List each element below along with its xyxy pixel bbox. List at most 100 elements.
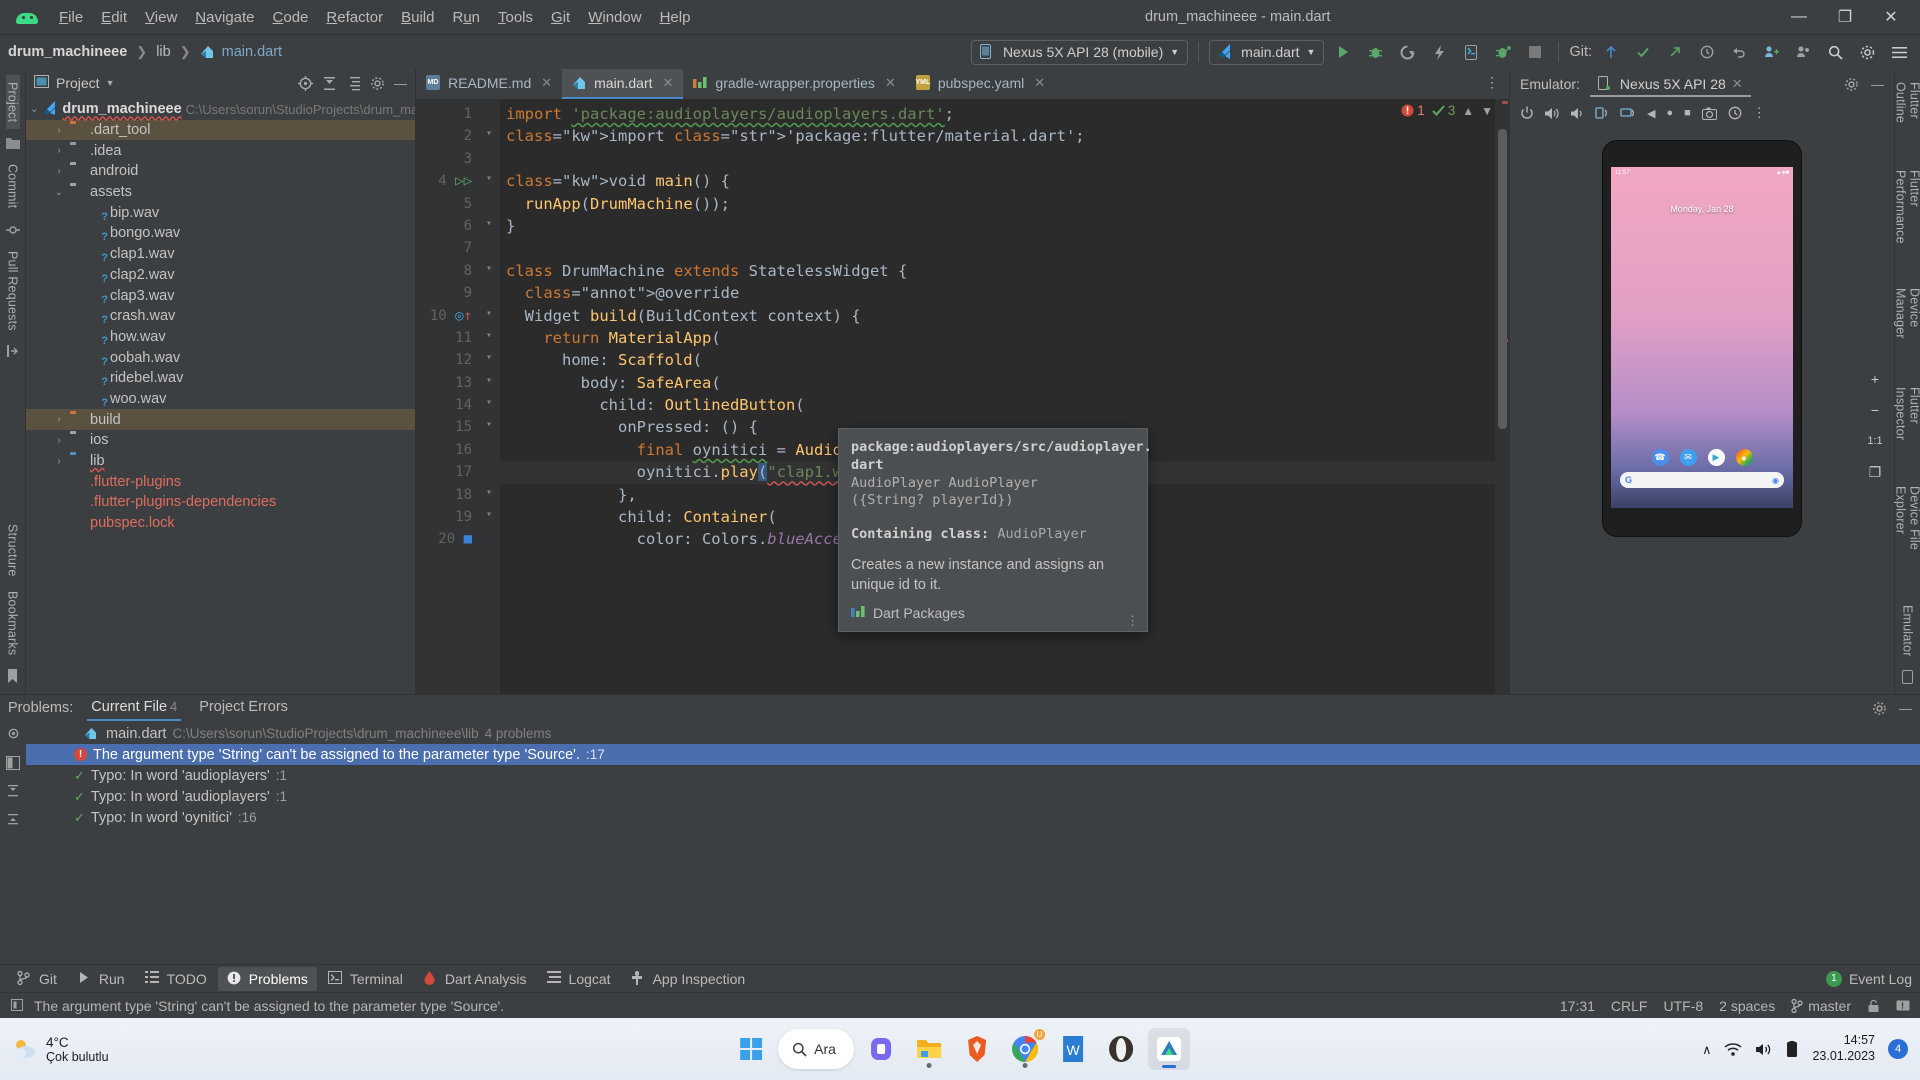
fold-marker[interactable] [478, 435, 500, 457]
run-configuration-selector[interactable]: main.dart ▼ [1209, 39, 1325, 65]
sidebar-item-device-manager[interactable]: Device Manager [1894, 281, 1920, 380]
device-search-bar[interactable]: G ◉ [1620, 472, 1784, 488]
event-log-area[interactable]: 1 Event Log [1825, 970, 1912, 987]
brave-icon[interactable] [956, 1028, 998, 1070]
caret-position[interactable]: 17:31 [1560, 998, 1595, 1014]
editor-tabs-more-icon[interactable]: ⋮ [1475, 69, 1509, 99]
chrome-icon[interactable]: U [1004, 1028, 1046, 1070]
problem-row[interactable]: ✓ Typo: In word 'oynitici':16 [26, 807, 1920, 828]
fold-marker[interactable]: ▾ [478, 256, 500, 278]
hamburger-icon[interactable] [1886, 39, 1912, 65]
menu-refactor[interactable]: Refactor [317, 5, 392, 30]
fold-marker[interactable] [478, 189, 500, 211]
search-icon[interactable] [1822, 39, 1848, 65]
tool-window-logcat[interactable]: Logcat [538, 967, 620, 991]
tool-window-dart-analysis[interactable]: Dart Analysis [414, 967, 536, 991]
code-line[interactable]: } [500, 215, 1495, 237]
sidebar-item-flutter-performance[interactable]: Flutter Performance [1894, 163, 1920, 281]
sidebar-item-bookmarks[interactable]: Bookmarks [6, 584, 20, 662]
code-line[interactable]: return MaterialApp( [500, 327, 1495, 349]
expand-all-icon[interactable] [6, 784, 20, 798]
wifi-icon[interactable] [1724, 1042, 1742, 1057]
tree-row-clap1-wav[interactable]: ? clap1.wav [26, 244, 415, 265]
menu-code[interactable]: Code [264, 5, 318, 30]
tree-row-clap2-wav[interactable]: ? clap2.wav [26, 265, 415, 286]
tree-row-ridebel-wav[interactable]: ? ridebel.wav [26, 368, 415, 389]
tab-main-dart[interactable]: main.dart ✕ [562, 69, 684, 99]
disclosure-icon[interactable]: › [52, 166, 66, 177]
tab-current-file[interactable]: Current File 4 [87, 696, 182, 721]
fold-marker[interactable] [478, 144, 500, 166]
emulator-stage[interactable]: 11:57 ▲●■ Monday, Jan 28 ☎ ✉ ▶ ● G ◉ + −… [1510, 127, 1894, 694]
disclosure-icon[interactable]: ⌄ [52, 187, 66, 198]
emulated-device[interactable]: 11:57 ▲●■ Monday, Jan 28 ☎ ✉ ▶ ● G ◉ [1603, 141, 1801, 536]
tree-row-root[interactable]: ⌄ drum_machineee C:\Users\sorun\StudioPr… [26, 99, 415, 120]
rotate-left-icon[interactable] [1595, 106, 1609, 120]
rotate-right-icon[interactable] [1620, 106, 1636, 120]
inspection-eye-icon[interactable] [6, 727, 21, 742]
chevron-down-icon[interactable]: ▼ [106, 78, 115, 88]
tree-row-ios[interactable]: › ios [26, 430, 415, 451]
code-line[interactable]: class="kw">void main() { [500, 170, 1495, 192]
menu-view[interactable]: View [136, 5, 186, 30]
hot-reload-button[interactable] [1426, 39, 1452, 65]
volume-up-icon[interactable] [1545, 107, 1560, 120]
tool-window-todo[interactable]: TODO [136, 967, 216, 991]
fold-marker[interactable] [478, 233, 500, 255]
tool-window-run[interactable]: Run [68, 967, 134, 991]
problem-row[interactable]: ! The argument type 'String' can't be ass… [26, 744, 1920, 765]
fold-marker[interactable]: ▾ [478, 390, 500, 412]
disclosure-icon[interactable]: › [52, 414, 66, 425]
fold-marker[interactable]: ▾ [478, 121, 500, 143]
hide-panel-icon[interactable]: — [1871, 77, 1884, 92]
sidebar-item-device-file-explorer[interactable]: Device File Explorer [1894, 479, 1920, 598]
fold-marker[interactable]: ▾ [478, 166, 500, 188]
code-line[interactable] [500, 148, 1495, 170]
device-screen[interactable]: 11:57 ▲●■ Monday, Jan 28 ☎ ✉ ▶ ● G ◉ [1611, 167, 1793, 508]
indent-setting[interactable]: 2 spaces [1719, 998, 1775, 1014]
opera-icon[interactable] [1100, 1028, 1142, 1070]
fold-marker[interactable]: ▾ [478, 301, 500, 323]
fold-marker[interactable]: ▾ [478, 412, 500, 434]
notifications-icon[interactable] [1896, 999, 1910, 1013]
run-button[interactable] [1330, 39, 1356, 65]
menu-navigate[interactable]: Navigate [186, 5, 263, 30]
device-selector[interactable]: Nexus 5X API 28 (mobile) ▼ [970, 39, 1189, 65]
fold-marker[interactable]: ▾ [478, 480, 500, 502]
close-button[interactable]: ✕ [1868, 0, 1914, 34]
zoom-fit-button[interactable]: ❐ [1862, 460, 1888, 484]
gear-icon[interactable] [1854, 39, 1880, 65]
tree-row-crash-wav[interactable]: ? crash.wav [26, 306, 415, 327]
overview-icon[interactable]: ■ [1684, 107, 1691, 119]
disclosure-icon[interactable]: › [52, 456, 66, 467]
line-separator[interactable]: CRLF [1611, 998, 1648, 1014]
user-add-button[interactable] [1758, 39, 1784, 65]
search-box[interactable]: Ara [778, 1029, 854, 1069]
code-line[interactable]: class="annot">@override [500, 282, 1495, 304]
messages-icon[interactable]: ✉ [1679, 449, 1697, 466]
volume-icon[interactable] [1755, 1042, 1772, 1057]
tool-window-app-inspection[interactable]: App Inspection [622, 967, 755, 991]
play-store-icon[interactable]: ▶ [1707, 449, 1725, 466]
chevron-up-icon[interactable]: ▲ [1462, 104, 1474, 118]
problems-list[interactable]: main.dart C:\Users\sorun\StudioProjects\d… [26, 721, 1920, 964]
git-commit-button[interactable] [1630, 39, 1656, 65]
tree-row-android[interactable]: › android [26, 161, 415, 182]
menu-help[interactable]: Help [651, 5, 700, 30]
code-line[interactable] [500, 237, 1495, 259]
warning-count[interactable]: 3 [1431, 103, 1455, 118]
code-line[interactable]: child: OutlinedButton( [500, 394, 1495, 416]
weather-widget[interactable]: 4°C Çok bulutlu [12, 1035, 109, 1064]
zoom-in-button[interactable]: + [1862, 367, 1888, 391]
tree-row-how-wav[interactable]: ? how.wav [26, 327, 415, 348]
android-studio-icon[interactable] [1147, 1028, 1190, 1070]
code-line[interactable]: class="kw">import class="str">'package:f… [500, 125, 1495, 147]
problem-row[interactable]: ✓ Typo: In word 'audioplayers':1 [26, 765, 1920, 786]
fold-marker[interactable] [478, 524, 500, 546]
device-dock[interactable]: ☎ ✉ ▶ ● [1611, 449, 1793, 466]
tool-window-problems[interactable]: Problems [217, 966, 317, 991]
emulator-tab[interactable]: Nexus 5X API 28 ✕ [1589, 72, 1751, 97]
sidebar-item-project[interactable]: Project [5, 75, 20, 130]
gear-icon[interactable] [1844, 77, 1859, 92]
doc-source-row[interactable]: Dart Packages [851, 605, 1135, 627]
